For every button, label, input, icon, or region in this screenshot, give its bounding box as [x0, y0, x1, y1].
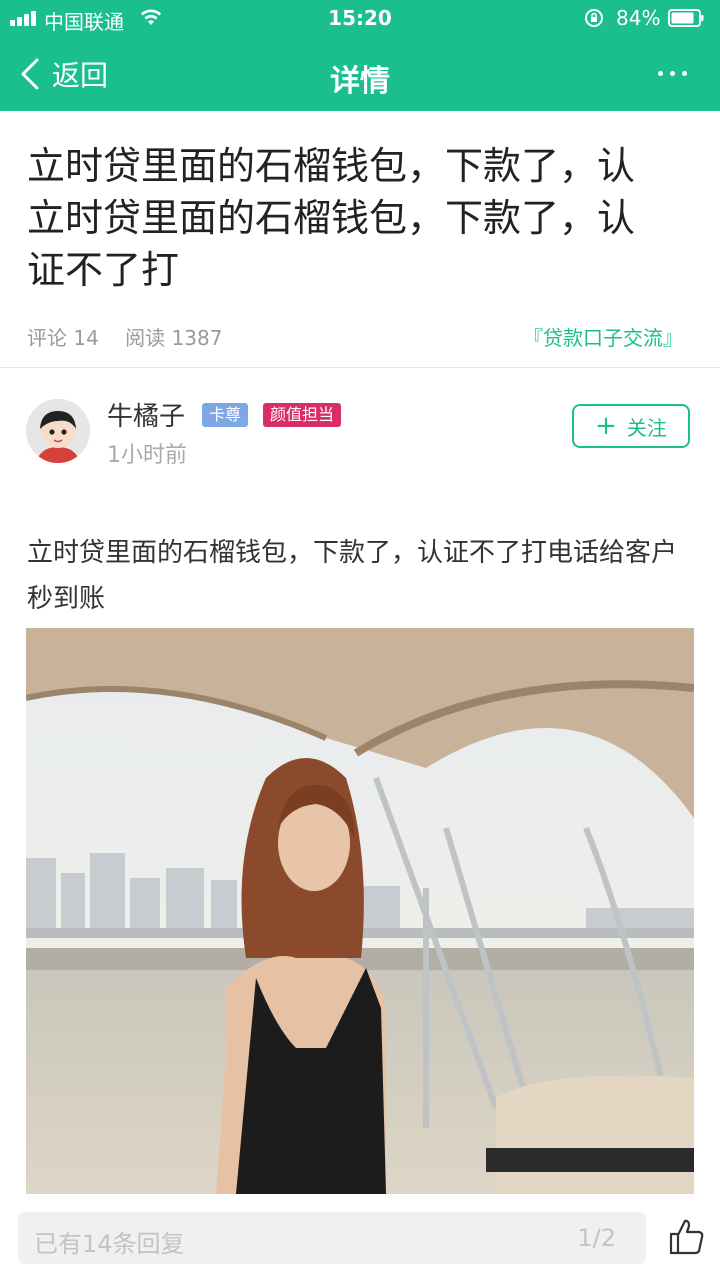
battery-percent: 84% [616, 6, 661, 30]
badge-card-rank: 卡尊 [202, 403, 249, 427]
page-title: 详情 [330, 64, 390, 99]
post-time: 1小时前 [107, 443, 187, 468]
rotation-lock-icon [585, 9, 603, 27]
status-bar: 中国联通 15:20 84% [0, 0, 720, 38]
post-body: 立时贷里面的石榴钱包，下款了，认证不了打电话给客户秒到账 [27, 538, 678, 614]
badge-looks: 颜值担当 [263, 403, 342, 427]
comment-count: 评论 14 [27, 326, 99, 350]
bottom-bar: 已有14条回复 1/2 [0, 1196, 720, 1280]
topic-link[interactable]: 『贷款口子交流』 [523, 322, 683, 351]
battery-icon [668, 9, 704, 27]
follow-button[interactable]: + 关注 [572, 404, 690, 448]
post-image[interactable] [26, 628, 694, 1194]
follow-label: 关注 [626, 415, 667, 440]
post-meta: 评论 14 阅读 1387 『贷款口子交流』 [27, 322, 693, 352]
reply-placeholder: 已有14条回复 [34, 1230, 185, 1258]
more-dots-icon[interactable] [656, 58, 690, 88]
divider [0, 367, 720, 368]
avatar[interactable] [26, 399, 90, 463]
read-count: 阅读 1387 [125, 326, 223, 350]
thumbs-up-icon[interactable] [668, 1218, 704, 1256]
author-name: 牛橘子 [107, 402, 186, 432]
nav-bar: 返回 详情 [0, 38, 720, 111]
status-time: 15:20 [328, 6, 392, 30]
app-header: 中国联通 15:20 84% 返回 详情 [0, 0, 720, 111]
page-indicator: 1/2 [577, 1224, 616, 1252]
plus-icon: + [595, 411, 617, 441]
post-title: 立时贷里面的石榴钱包，下款了，认立时贷里面的石榴钱包，下款了，认证不了打 [27, 144, 636, 292]
reply-input[interactable]: 已有14条回复 1/2 [18, 1212, 646, 1264]
